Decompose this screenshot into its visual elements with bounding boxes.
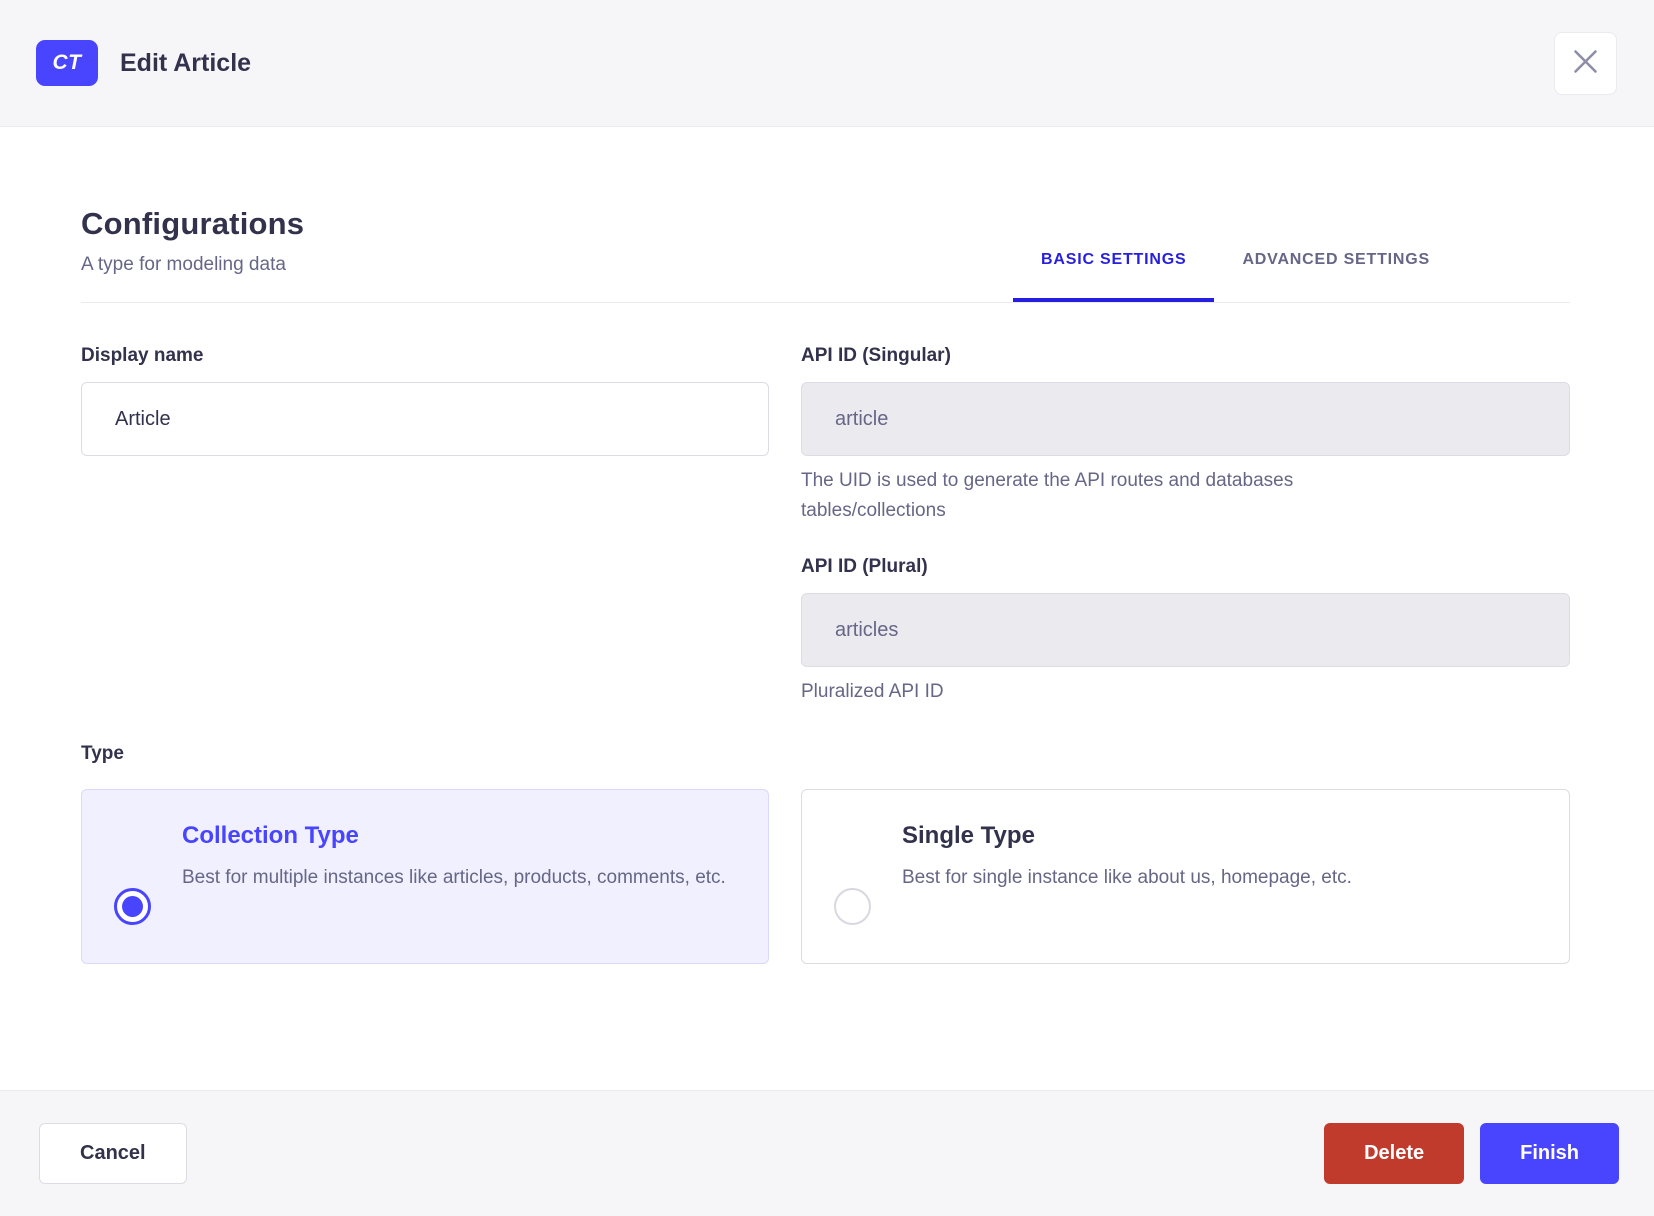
api-id-singular-label: API ID (Singular): [801, 345, 951, 366]
collection-type-title: Collection Type: [182, 822, 359, 849]
type-label: Type: [81, 743, 124, 764]
api-id-plural-input: [801, 593, 1570, 667]
single-type-description: Best for single instance like about us, …: [902, 867, 1352, 888]
page-subtitle: A type for modeling data: [81, 254, 286, 275]
type-options: Collection Type Best for multiple instan…: [81, 789, 1570, 964]
single-type-text: Single Type Best for single instance lik…: [902, 822, 1352, 893]
collection-type-text: Collection Type Best for multiple instan…: [182, 822, 726, 893]
collection-type-radio[interactable]: [114, 888, 151, 925]
modal-body: Configurations A type for modeling data …: [0, 127, 1654, 1090]
api-id-singular-input: [801, 382, 1570, 456]
modal-header: CT Edit Article: [0, 0, 1654, 127]
api-id-singular-help: The UID is used to generate the API rout…: [801, 470, 1294, 521]
tab-advanced-settings[interactable]: ADVANCED SETTINGS: [1214, 251, 1458, 302]
close-button[interactable]: [1554, 31, 1617, 95]
finish-button[interactable]: Finish: [1480, 1123, 1619, 1184]
delete-button[interactable]: Delete: [1324, 1123, 1465, 1184]
close-icon: [1573, 49, 1598, 77]
tab-basic-settings[interactable]: BASIC SETTINGS: [1013, 251, 1215, 302]
single-type-title: Single Type: [902, 822, 1035, 849]
api-id-plural-field: API ID (Plural) Pluralized API ID: [801, 556, 1570, 707]
single-type-radio[interactable]: [834, 888, 871, 925]
display-name-input[interactable]: [81, 382, 769, 456]
api-id-plural-help: Pluralized API ID: [801, 681, 944, 702]
cancel-button[interactable]: Cancel: [39, 1123, 187, 1184]
section-header: Configurations A type for modeling data …: [81, 206, 1570, 303]
api-id-plural-label: API ID (Plural): [801, 556, 928, 577]
page-title: Configurations: [81, 206, 305, 241]
content-type-badge-label: CT: [52, 51, 82, 74]
content-type-badge: CT: [36, 40, 98, 86]
modal-footer: Cancel Delete Finish: [0, 1090, 1654, 1216]
collection-type-card[interactable]: Collection Type Best for multiple instan…: [81, 789, 769, 964]
api-id-column: API ID (Singular) The UID is used to gen…: [801, 345, 1570, 707]
single-type-card[interactable]: Single Type Best for single instance lik…: [801, 789, 1570, 964]
section-titles: Configurations A type for modeling data: [81, 206, 304, 302]
display-name-field: Display name: [81, 345, 769, 707]
configuration-form: Display name API ID (Singular) The UID i…: [81, 303, 1570, 707]
modal-title: Edit Article: [120, 48, 252, 77]
collection-type-description: Best for multiple instances like article…: [182, 867, 726, 888]
api-id-singular-field: API ID (Singular) The UID is used to gen…: [801, 345, 1570, 526]
edit-content-type-modal: CT Edit Article Configurations A type fo…: [0, 0, 1654, 1216]
settings-tabs: BASIC SETTINGS ADVANCED SETTINGS: [1013, 251, 1458, 302]
display-name-label: Display name: [81, 345, 204, 366]
